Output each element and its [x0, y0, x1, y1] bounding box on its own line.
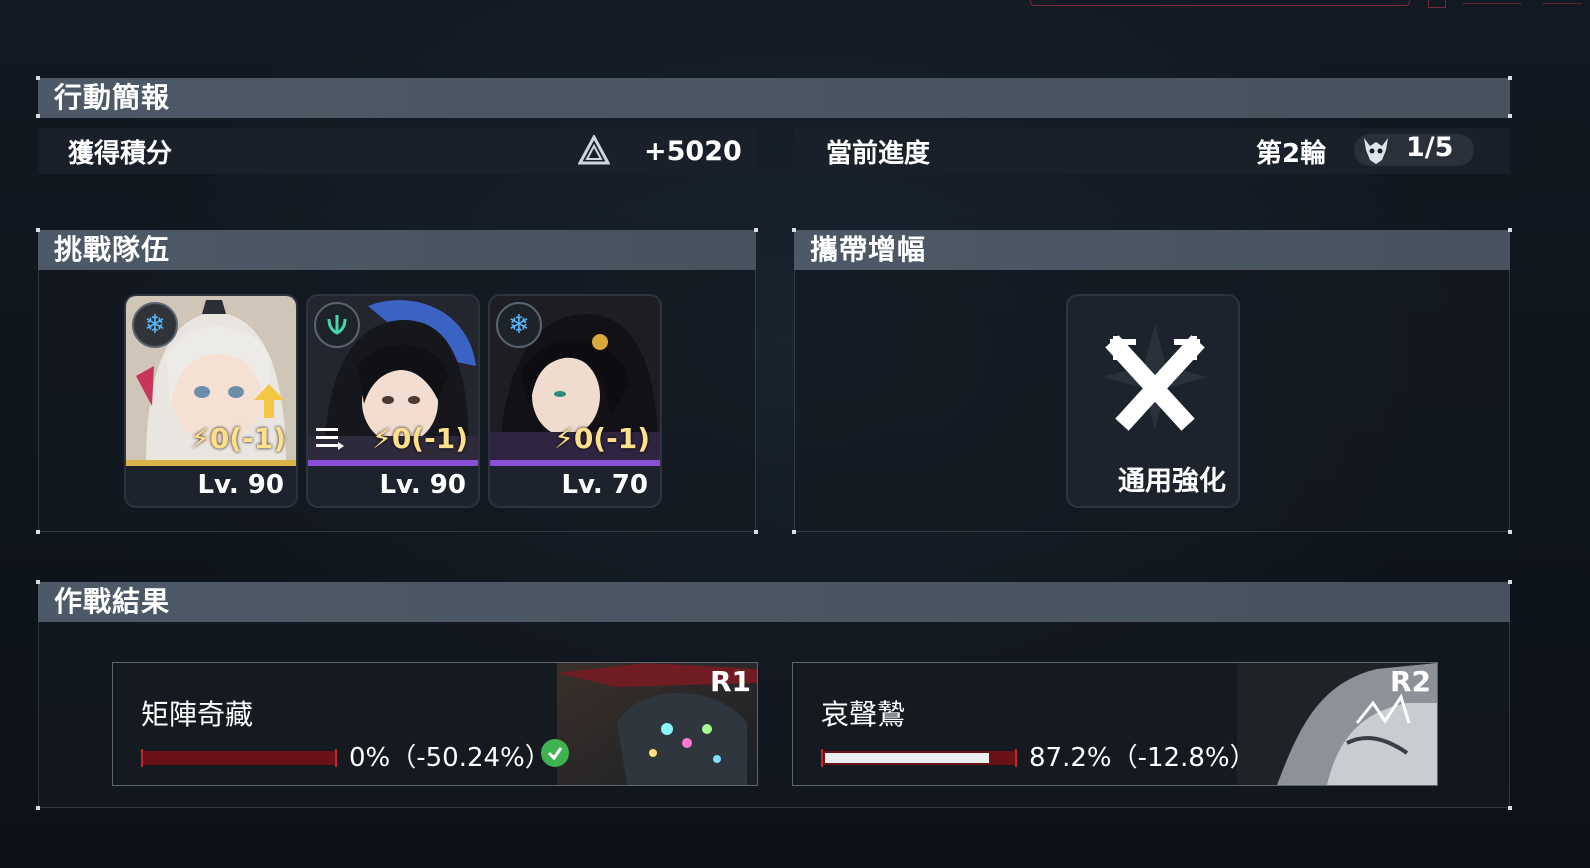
upgrade-arrow-icon: [254, 384, 284, 418]
team-member-card-2[interactable]: ⚡0(-1) Lv. 90: [306, 294, 480, 508]
boss-hp-text: 87.2%（-12.8%）: [1029, 743, 1256, 773]
points-row: 獲得積分 +5020: [38, 128, 756, 174]
lightning-icon: ⚡: [190, 422, 210, 455]
points-value: +5020: [644, 135, 742, 167]
team-member-card-1[interactable]: ❄ ⚡0(-1) Lv. 90: [124, 294, 298, 508]
corner-dot: [1508, 114, 1512, 118]
stage-progress-value: 1/5: [1406, 132, 1454, 163]
energy-cost: ⚡0(-1): [372, 422, 468, 455]
corner-dot: [1508, 530, 1512, 534]
corner-dot: [1508, 76, 1512, 80]
corner-dot: [754, 228, 758, 232]
snowflake-icon: ❄: [496, 302, 542, 348]
corner-dot: [792, 530, 796, 534]
hp-bar-cap: [821, 749, 823, 767]
briefing-header: 行動簡報: [38, 78, 1510, 118]
hp-bar-cap: [141, 749, 143, 767]
points-icon: [577, 133, 611, 171]
corner-dot: [36, 76, 40, 80]
results-title: 作戰結果: [54, 585, 171, 618]
rarity-bar: [490, 460, 660, 466]
boost-item-card[interactable]: 通用強化: [1066, 294, 1240, 508]
boss-name: 哀聲鷙: [821, 698, 906, 731]
demon-skull-icon: [1358, 132, 1394, 172]
team-member-card-3[interactable]: ❄ ⚡0(-1) Lv. 70: [488, 294, 662, 508]
snowflake-icon: ❄: [132, 302, 178, 348]
lightning-icon: ⚡: [554, 422, 574, 455]
team-header: 挑戰隊伍: [38, 230, 756, 270]
progress-row: 當前進度 第2輪 1/5: [794, 128, 1510, 174]
round-label: 第2輪: [1256, 138, 1327, 169]
boss-result-card-2[interactable]: 哀聲鷙 87.2%（-12.8%） R2: [792, 662, 1438, 786]
boss-rank: R2: [1389, 665, 1431, 698]
progress-label: 當前進度: [826, 138, 931, 169]
rarity-bar: [308, 460, 478, 466]
energy-cost: ⚡0(-1): [190, 422, 286, 455]
corner-dot: [1508, 806, 1512, 810]
boss-hp-bar: [141, 749, 337, 767]
lightning-icon: ⚡: [372, 422, 392, 455]
energy-value: 0(-1): [209, 422, 286, 455]
hp-bar-cap: [335, 749, 337, 767]
list-menu-icon: [316, 426, 344, 456]
top-frame-icon: [1428, 0, 1446, 8]
boss-rank: R1: [709, 665, 751, 698]
boss-hp-bar: [821, 749, 1017, 767]
results-header: 作戰結果: [38, 582, 1510, 622]
corner-dot: [36, 580, 40, 584]
corner-dot: [1508, 228, 1512, 232]
character-level: Lv. 90: [197, 470, 284, 500]
hp-bar-cap: [1015, 749, 1017, 767]
corner-dot: [36, 114, 40, 118]
boss-name: 矩陣奇藏: [141, 698, 254, 731]
boost-item-label: 通用強化: [1118, 466, 1226, 497]
corner-dot: [754, 530, 758, 534]
shield-wing-icon: [314, 302, 360, 348]
energy-value: 0(-1): [391, 422, 468, 455]
team-title: 挑戰隊伍: [54, 233, 171, 266]
boss-result-card-1[interactable]: 矩陣奇藏 0%（-50.24%） R1: [112, 662, 758, 786]
corner-dot: [792, 228, 796, 232]
top-frame-decoration: [1030, 0, 1410, 6]
character-level: Lv. 70: [561, 470, 648, 500]
character-level: Lv. 90: [379, 470, 466, 500]
top-frame-dash: [1542, 3, 1582, 4]
points-label: 獲得積分: [68, 138, 173, 169]
stage-progress-pill: 1/5: [1354, 132, 1474, 166]
corner-dot: [36, 806, 40, 810]
rarity-bar: [126, 460, 296, 466]
briefing-title: 行動簡報: [54, 81, 171, 114]
hp-bar-fill: [825, 753, 989, 763]
boost-title: 攜帶增幅: [810, 233, 927, 266]
energy-value: 0(-1): [573, 422, 650, 455]
top-frame-dash: [1462, 3, 1522, 4]
corner-dot: [1508, 580, 1512, 584]
corner-dot: [36, 530, 40, 534]
crossed-swords-icon: [1102, 324, 1208, 431]
energy-cost: ⚡0(-1): [554, 422, 650, 455]
boost-header: 攜帶增幅: [794, 230, 1510, 270]
corner-dot: [36, 228, 40, 232]
boss-hp-text: 0%（-50.24%）: [349, 743, 551, 773]
cleared-check-icon: [541, 739, 569, 767]
